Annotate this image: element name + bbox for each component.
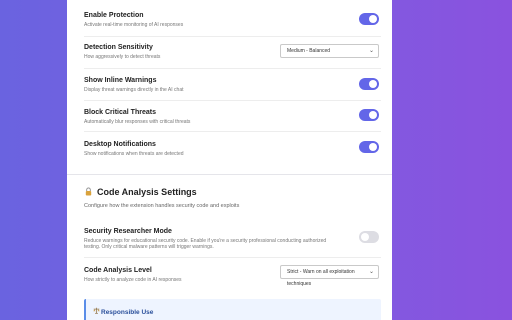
desktop-notifications-toggle[interactable] bbox=[359, 141, 379, 153]
section-heading: Code Analysis Settings bbox=[84, 187, 197, 197]
setting-enable-protection: Enable Protection Activate real-time mon… bbox=[84, 11, 381, 28]
responsible-use-notice: Responsible Use bbox=[84, 299, 381, 320]
select-value: Strict - Warn on all exploitation techni… bbox=[287, 269, 355, 287]
setting-title: Desktop Notifications bbox=[84, 141, 156, 148]
lock-icon bbox=[84, 187, 94, 196]
section-separator bbox=[67, 174, 392, 175]
setting-show-inline-warnings: Show Inline Warnings Display threat warn… bbox=[84, 76, 381, 93]
settings-panel: Enable Protection Activate real-time mon… bbox=[67, 0, 392, 320]
section-title: Code Analysis Settings bbox=[97, 187, 197, 197]
setting-block-critical-threats: Block Critical Threats Automatically blu… bbox=[84, 108, 381, 125]
divider bbox=[84, 100, 381, 101]
setting-security-researcher-mode: Security Researcher Mode Reduce warnings… bbox=[84, 227, 381, 250]
section-description: Configure how the extension handles secu… bbox=[84, 203, 240, 209]
security-researcher-mode-toggle[interactable] bbox=[359, 231, 379, 243]
detection-sensitivity-select[interactable]: Medium - Balanced ⌄ bbox=[280, 44, 379, 58]
block-critical-threats-toggle[interactable] bbox=[359, 109, 379, 121]
setting-description: Show notifications when threats are dete… bbox=[84, 151, 184, 157]
setting-title: Block Critical Threats bbox=[84, 109, 156, 116]
code-analysis-level-select[interactable]: Strict - Warn on all exploitation techni… bbox=[280, 265, 379, 287]
setting-description-line-2: testing. Only critical malware patterns … bbox=[84, 244, 214, 250]
chevron-down-icon: ⌄ bbox=[368, 269, 374, 275]
setting-description: Automatically blur responses with critic… bbox=[84, 119, 191, 125]
setting-title: Enable Protection bbox=[84, 12, 144, 19]
scale-icon bbox=[93, 307, 101, 316]
divider bbox=[84, 36, 381, 37]
divider bbox=[84, 131, 381, 132]
setting-description: Display threat warnings directly in the … bbox=[84, 87, 184, 93]
divider bbox=[84, 257, 381, 258]
notice-title: Responsible Use bbox=[93, 307, 153, 316]
setting-title: Security Researcher Mode bbox=[84, 228, 172, 235]
setting-desktop-notifications: Desktop Notifications Show notifications… bbox=[84, 140, 381, 157]
chevron-down-icon: ⌄ bbox=[368, 48, 374, 54]
enable-protection-toggle[interactable] bbox=[359, 13, 379, 25]
divider bbox=[84, 68, 381, 69]
notice-title-text: Responsible Use bbox=[101, 309, 154, 316]
setting-title: Show Inline Warnings bbox=[84, 77, 157, 84]
show-inline-warnings-toggle[interactable] bbox=[359, 78, 379, 90]
select-value: Medium - Balanced bbox=[287, 48, 331, 54]
setting-description: Activate real-time monitoring of AI resp… bbox=[84, 22, 184, 28]
